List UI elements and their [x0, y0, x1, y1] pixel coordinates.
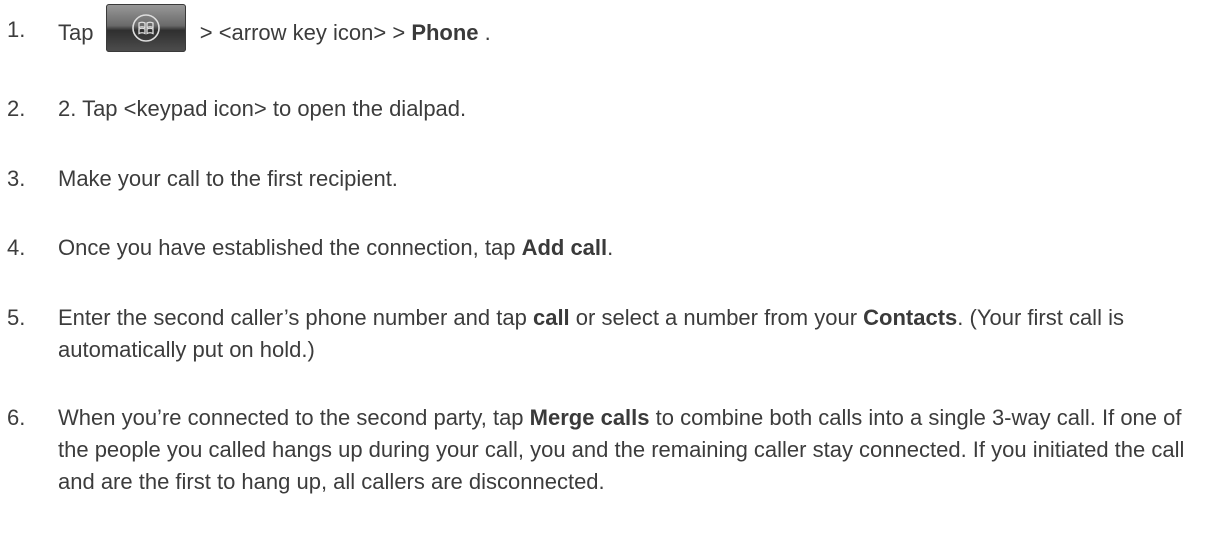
- step-text: Tap > <arrow key icon> > Phone .: [58, 4, 1218, 52]
- step-text-part: .: [484, 19, 491, 45]
- step-text: Once you have established the connection…: [58, 232, 1218, 264]
- step-text: When you’re connected to the second part…: [58, 402, 1218, 498]
- step-number: 5.: [7, 305, 26, 330]
- windows-logo-icon: [131, 14, 160, 42]
- step-text-part: > <arrow key icon> >: [199, 19, 406, 45]
- step-text-part: .: [607, 235, 614, 260]
- step-text-part: or select a number from your: [575, 305, 858, 330]
- step-bold-term: call: [532, 305, 570, 330]
- step-bold-term: Contacts: [863, 305, 958, 330]
- step-bold-term: Merge calls: [529, 405, 650, 430]
- step-bold-term: Phone: [411, 19, 479, 45]
- step-text-part: Enter the second caller’s phone number a…: [58, 305, 527, 330]
- step-text: Enter the second caller’s phone number a…: [58, 302, 1218, 366]
- step-number: 6.: [7, 405, 26, 430]
- step-number: 3.: [7, 166, 26, 191]
- step-text-part: Tap: [58, 19, 94, 45]
- step-text-part: Once you have established the connection…: [58, 235, 516, 260]
- step-number: 4.: [7, 235, 26, 260]
- step-text: 2. Tap <keypad icon> to open the dialpad…: [58, 96, 467, 121]
- step-text: Make your call to the first recipient.: [58, 166, 398, 191]
- step-bold-term: Add call: [521, 235, 608, 260]
- step-number: 2.: [7, 96, 26, 121]
- windows-start-button-icon: [105, 4, 186, 52]
- step-number: 1.: [7, 17, 26, 42]
- step-text-part: When you’re connected to the second part…: [58, 405, 524, 430]
